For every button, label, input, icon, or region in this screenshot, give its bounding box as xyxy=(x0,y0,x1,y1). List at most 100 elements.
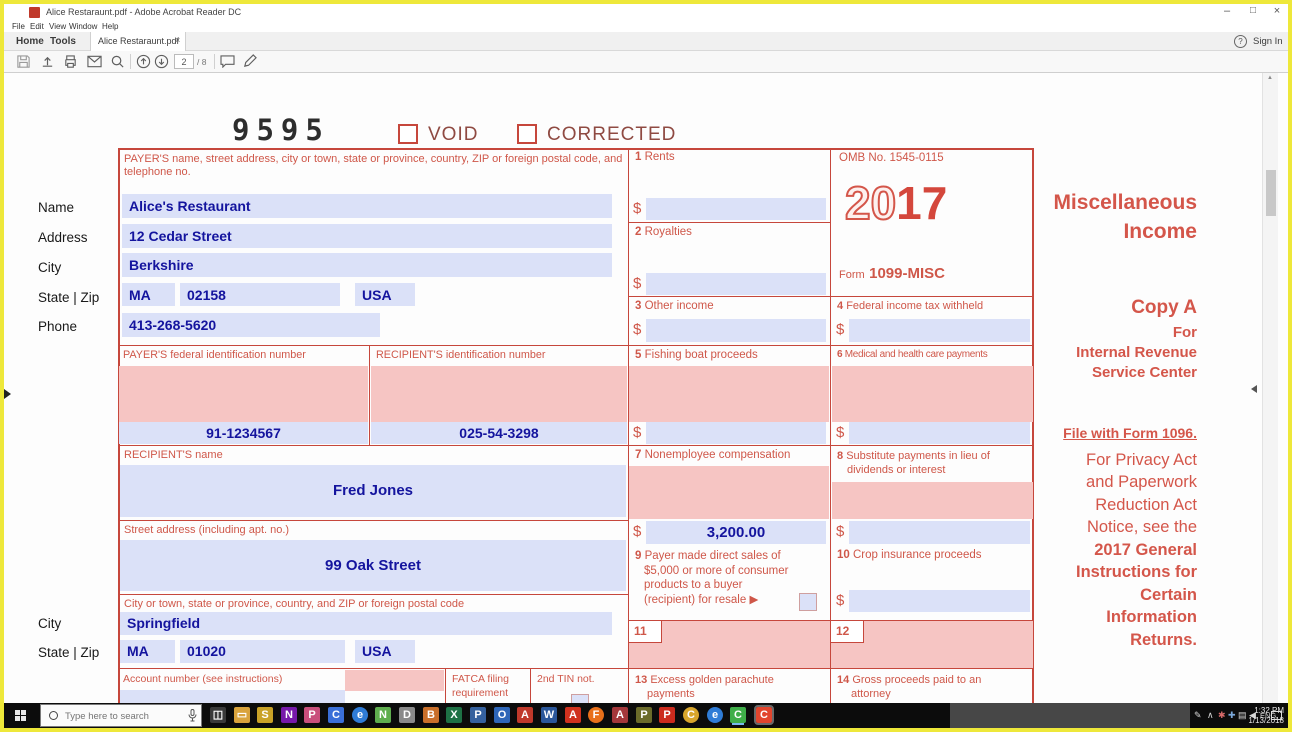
file-explorer-icon[interactable]: ▭ xyxy=(234,707,250,723)
edge-icon[interactable]: e xyxy=(352,707,368,723)
maximize-button[interactable]: □ xyxy=(1242,5,1264,20)
pc-settings-icon[interactable]: C xyxy=(328,707,344,723)
box7-dollar: $ xyxy=(633,523,641,540)
menu-edit[interactable]: Edit xyxy=(30,22,44,31)
recipient-name-field[interactable]: Fred Jones xyxy=(120,465,626,517)
page-down-icon[interactable] xyxy=(154,54,169,69)
nav-pane-toggle-icon[interactable] xyxy=(4,389,11,399)
reader-icon[interactable]: A xyxy=(565,707,581,723)
scrollbar[interactable]: ▲ xyxy=(1262,73,1278,703)
document-icon[interactable]: D xyxy=(399,707,415,723)
payer-name-field[interactable]: Alice's Restaurant xyxy=(122,194,612,218)
payer-phone-field[interactable]: 413-268-5620 xyxy=(122,313,380,337)
payer-zip-field[interactable]: 02158 xyxy=(180,283,340,306)
acrobat-icon[interactable]: A xyxy=(517,707,533,723)
recipient-country-field[interactable]: USA xyxy=(355,640,415,663)
box10-field[interactable] xyxy=(849,590,1030,612)
menu-help[interactable]: Help xyxy=(102,22,118,31)
box12-cell: 12 xyxy=(830,620,1033,668)
scrollbar-thumb[interactable] xyxy=(1266,170,1276,216)
void-checkbox[interactable] xyxy=(398,124,418,144)
recipient-state-field[interactable]: MA xyxy=(120,640,175,663)
box1-field[interactable] xyxy=(646,198,826,220)
taskbar-search-input[interactable] xyxy=(63,707,185,725)
access-icon[interactable]: A xyxy=(612,707,628,723)
menu-window[interactable]: Window xyxy=(69,22,97,31)
pdf-icon[interactable]: P xyxy=(659,707,675,723)
street-label: Street address (including apt. no.) xyxy=(124,524,289,536)
start-button[interactable] xyxy=(4,703,38,728)
payer-id-field[interactable]: 91-1234567 xyxy=(119,422,368,444)
notification-center-icon[interactable] xyxy=(1271,711,1282,720)
box6-field[interactable] xyxy=(849,422,1030,444)
payer-street-field[interactable]: 12 Cedar Street xyxy=(122,224,612,248)
microphone-icon[interactable] xyxy=(188,709,197,722)
tab-document[interactable]: Alice Restaraunt.pdf × xyxy=(90,32,186,51)
tab-close-icon[interactable]: × xyxy=(175,35,180,45)
help-icon[interactable]: ? xyxy=(1234,35,1247,48)
share-upload-icon[interactable] xyxy=(40,54,55,69)
recipient-city-field[interactable]: Springfield xyxy=(120,612,612,635)
box3-field[interactable] xyxy=(646,319,826,342)
recipient-id-label: RECIPIENT'S identification number xyxy=(376,349,545,361)
email-icon[interactable] xyxy=(87,55,102,68)
close-button[interactable]: × xyxy=(1266,5,1288,20)
box5-field[interactable] xyxy=(646,422,826,444)
box3-number: 3 xyxy=(635,300,641,312)
print-icon[interactable] xyxy=(63,54,78,69)
people-tray-icon[interactable]: ✱ xyxy=(1218,710,1226,721)
search-icon[interactable] xyxy=(110,54,125,69)
menu-file[interactable]: File xyxy=(12,22,25,31)
sticky-notes-icon[interactable]: N xyxy=(375,707,391,723)
fill-sign-pencil-icon[interactable] xyxy=(242,54,257,69)
recipient-street-field[interactable]: 99 Oak Street xyxy=(120,540,626,591)
box4-label: Federal income tax withheld xyxy=(846,300,983,312)
chrome-icon[interactable]: C xyxy=(683,707,699,723)
people-icon[interactable]: P xyxy=(304,707,320,723)
save-icon[interactable] xyxy=(16,54,31,69)
excel-icon[interactable]: X xyxy=(446,707,462,723)
box7-value-field[interactable]: 3,200.00 xyxy=(646,521,826,544)
firefox-icon[interactable]: F xyxy=(588,707,604,723)
box2-field[interactable] xyxy=(646,273,826,295)
pen-icon[interactable]: ✎ xyxy=(1194,710,1202,721)
account-field[interactable] xyxy=(120,690,345,704)
recipient-id-field[interactable]: 025-54-3298 xyxy=(371,422,627,444)
publisher-icon[interactable]: P xyxy=(470,707,486,723)
page-number-input[interactable] xyxy=(174,54,194,69)
box4-field[interactable] xyxy=(849,319,1030,342)
photos-icon[interactable]: P xyxy=(636,707,652,723)
privacy-line8: Information xyxy=(1004,608,1197,627)
box9-checkbox[interactable] xyxy=(799,593,817,611)
bluetooth-icon[interactable]: ✚ xyxy=(1228,710,1236,721)
c-red-icon[interactable]: C xyxy=(756,707,772,723)
c-green-icon[interactable]: C xyxy=(730,707,746,723)
recipient-zip-field[interactable]: 01020 xyxy=(180,640,345,663)
tools-pane-toggle-icon[interactable] xyxy=(1251,385,1257,393)
edge2-icon[interactable]: e xyxy=(707,707,723,723)
tab-home[interactable]: Home xyxy=(16,36,44,47)
box8-field[interactable] xyxy=(849,521,1030,544)
taskbar-search-box[interactable] xyxy=(40,704,202,727)
screen: Alice Restaraunt.pdf - Adobe Acrobat Rea… xyxy=(0,0,1292,732)
tab-tools[interactable]: Tools xyxy=(50,36,76,47)
tax-year: 2017 xyxy=(845,176,947,230)
comment-icon[interactable] xyxy=(220,55,235,68)
corrected-checkbox[interactable] xyxy=(517,124,537,144)
onenote-icon[interactable]: N xyxy=(281,707,297,723)
payer-state-field[interactable]: MA xyxy=(122,283,175,306)
menu-view[interactable]: View xyxy=(49,22,66,31)
outlook-icon[interactable]: O xyxy=(494,707,510,723)
payer-city-field[interactable]: Berkshire xyxy=(122,253,612,277)
scroll-up-icon[interactable]: ▲ xyxy=(1267,75,1273,81)
page-up-icon[interactable] xyxy=(136,54,151,69)
minimize-button[interactable]: – xyxy=(1216,5,1238,20)
chevron-up-icon[interactable]: ∧ xyxy=(1207,710,1214,721)
word-icon[interactable]: W xyxy=(541,707,557,723)
sign-in-button[interactable]: Sign In xyxy=(1253,36,1283,47)
payer-country-field[interactable]: USA xyxy=(355,283,415,306)
box7-value-row: $ 3,200.00 xyxy=(629,520,830,545)
task-view-icon[interactable]: ◫ xyxy=(210,707,226,723)
book-icon[interactable]: B xyxy=(423,707,439,723)
store-icon[interactable]: S xyxy=(257,707,273,723)
